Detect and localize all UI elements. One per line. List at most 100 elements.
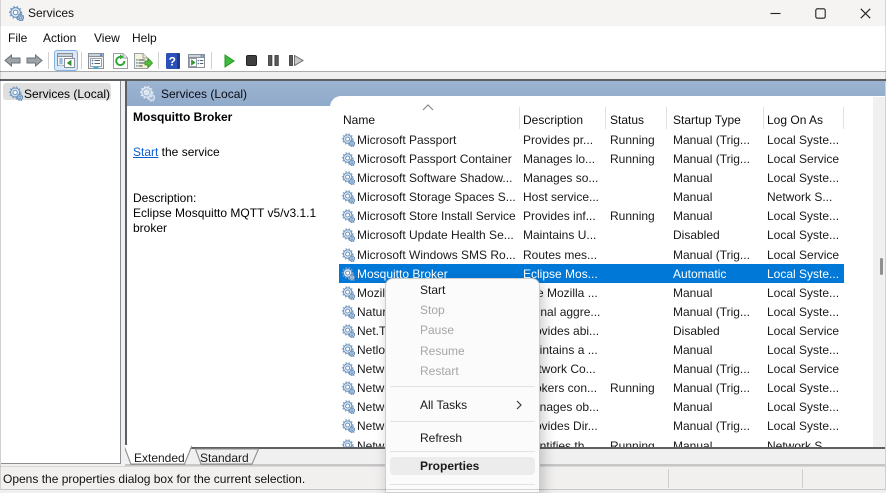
cell-log-on-as: Local Syste... [767,133,840,147]
show-hide-action-pane-icon[interactable] [188,54,205,68]
restart-service-icon[interactable] [289,55,304,66]
column-separator[interactable] [519,107,520,129]
close-button[interactable] [843,0,886,26]
column-header-description[interactable]: Description [523,113,583,127]
selected-service-name: Mosquitto Broker [133,110,233,124]
forward-icon[interactable] [26,54,43,67]
back-icon[interactable] [4,54,21,67]
column-header-status[interactable]: Status [610,113,644,127]
column-separator[interactable] [763,107,764,129]
status-bar-divider [802,469,803,488]
status-bar-divider [668,469,669,488]
refresh-icon[interactable] [113,53,128,69]
menu-item-restart[interactable]: Restart [386,361,539,381]
menu-separator [386,381,539,395]
service-row-3[interactable]: Microsoft Software Shadow... Manages so..… [339,169,844,188]
stop-service-icon[interactable] [246,55,257,66]
service-action-line: Start the service [133,145,220,159]
tree-item-services-local[interactable]: Services (Local) [3,83,111,101]
minimize-button[interactable] [753,0,798,26]
service-gear-icon [341,228,355,243]
console-tree-panel: Services (Local) [1,81,121,464]
menu-help[interactable]: Help [132,30,157,46]
column-header-startup-type[interactable]: Startup Type [673,113,741,127]
extended-description-panel: Mosquitto Broker Start the service Descr… [127,106,330,448]
vertical-scrollbar[interactable] [873,97,885,447]
start-service-link[interactable]: Start [133,145,158,159]
help-icon[interactable]: ? [166,53,180,69]
menu-item-all-tasks[interactable]: All Tasks [386,395,539,415]
cell-log-on-as: Local Syste... [767,285,840,300]
cell-status [610,248,668,263]
menu-item-stop[interactable]: Stop [386,300,539,320]
cell-status [610,343,668,358]
cell-log-on-as: Local Syste... [767,343,840,358]
cell-log-on-as: Local Service [767,247,840,262]
cell-log-on-as: Local Service [767,362,840,377]
service-gear-icon [341,400,355,415]
service-row-7[interactable]: Microsoft Windows SMS Ro... Routes mes...… [339,245,844,264]
services-gear-icon-band [139,85,155,102]
service-gear-icon [341,133,355,147]
service-row-4[interactable]: Microsoft Storage Spaces S... Host servic… [339,188,844,207]
cell-startup-type: Manual [673,285,713,300]
cell-startup-type: Manual (Trig... [673,152,750,167]
menu-item-start[interactable]: Start [386,280,539,300]
context-menu: Start Stop Pause Resume Restart All Tasks Refr… [385,278,540,493]
pane-header-title: Services (Local) [161,87,248,101]
scrollbar-thumb[interactable] [880,258,883,275]
cell-startup-type: Disabled [673,228,720,243]
menu-item-refresh[interactable]: Refresh [386,428,539,448]
maximize-button[interactable] [798,0,843,26]
menu-action[interactable]: Action [43,30,76,46]
cell-description: Host service... [523,190,600,205]
cell-log-on-as: Local Service [767,152,840,167]
pause-service-icon[interactable] [268,55,279,66]
toolbar: ? [0,49,886,72]
cell-log-on-as: Local Syste... [767,400,840,415]
column-header-log-on-as[interactable]: Log On As [767,113,823,127]
menu-file[interactable]: File [8,30,27,46]
column-separator[interactable] [843,107,844,129]
service-gear-icon [341,419,355,434]
service-gear-icon [341,343,355,358]
cell-name: Microsoft Windows SMS Ro... [357,247,516,262]
column-separator[interactable] [666,107,667,129]
cell-name: Microsoft Software Shadow... [357,171,513,186]
menu-item-properties[interactable]: Properties [386,456,539,476]
cell-startup-type: Disabled [673,323,720,338]
service-row-5[interactable]: Microsoft Store Install Service Provides … [339,207,844,226]
start-service-icon[interactable] [224,54,235,68]
cell-status [610,324,668,339]
service-row-1[interactable]: Microsoft Passport Provides pr... Running M… [339,131,844,150]
window-title: Services [28,6,75,20]
cell-startup-type: Manual [673,343,713,358]
cell-startup-type: Manual (Trig... [673,362,750,377]
menu-view[interactable]: View [94,30,120,46]
cell-log-on-as: Local Syste... [767,228,840,243]
service-gear-icon [341,324,355,338]
toolbar-separator [48,52,49,69]
service-action-suffix: the service [158,145,220,159]
cell-startup-type: Manual (Trig... [673,304,750,319]
service-row-2[interactable]: Microsoft Passport Container Manages lo..… [339,150,844,169]
column-separator[interactable] [605,107,606,129]
menu-separator [386,448,539,456]
cell-status [610,305,668,320]
tab-extended[interactable]: Extended [134,452,185,465]
cell-name: Microsoft Store Install Service [357,209,516,224]
cell-status [610,228,668,243]
cell-description: Manages lo... [523,152,596,167]
properties-icon[interactable] [88,53,104,69]
column-header-name[interactable]: Name [343,113,375,127]
service-gear-icon [341,305,355,319]
service-row-6[interactable]: Microsoft Update Health Se... Maintains U… [339,226,844,245]
menu-item-pause[interactable]: Pause [386,320,539,340]
export-list-icon[interactable] [134,53,153,69]
toolbar-separator [158,52,159,69]
show-hide-console-tree-button[interactable] [54,50,78,71]
tab-standard[interactable]: Standard [200,452,249,465]
menu-item-resume[interactable]: Resume [386,341,539,361]
service-gear-icon [341,362,355,377]
cell-log-on-as: Local Syste... [767,419,840,434]
